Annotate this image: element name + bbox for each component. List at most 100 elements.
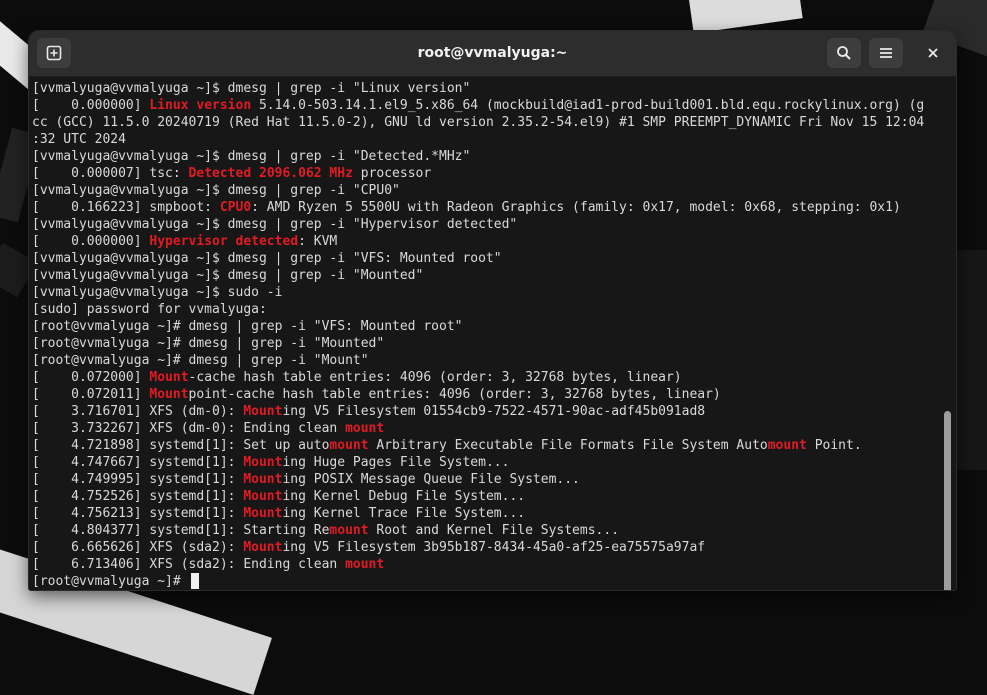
terminal-line: [ 4.749995] systemd[1]: Mounting POSIX M… (32, 471, 942, 488)
terminal-text: [ 4.752526] systemd[1]: (32, 489, 244, 504)
terminal-line: [ 0.072011] Mountpoint-cache hash table … (32, 386, 942, 403)
terminal-text: : KVM (298, 234, 338, 249)
terminal-text: 5.14.0-503.14.1.el9_5.x86_64 (mockbuild@… (251, 98, 925, 113)
terminal-line: [vvmalyuga@vvmalyuga ~]$ sudo -i (32, 284, 942, 301)
terminal-text: Point. (806, 438, 862, 453)
terminal-text: ing Huge Pages File System... (282, 455, 510, 470)
terminal-line: [vvmalyuga@vvmalyuga ~]$ dmesg | grep -i… (32, 250, 942, 267)
terminal-line: [vvmalyuga@vvmalyuga ~]$ dmesg | grep -i… (32, 148, 942, 165)
terminal-line: [root@vvmalyuga ~]# dmesg | grep -i "VFS… (32, 318, 942, 335)
terminal-line: [ 4.756213] systemd[1]: Mounting Kernel … (32, 505, 942, 522)
terminal-text: [vvmalyuga@vvmalyuga ~]$ dmesg | grep -i… (32, 251, 502, 266)
terminal-text: [vvmalyuga@vvmalyuga ~]$ dmesg | grep -i… (32, 217, 518, 232)
terminal-line: [ 0.000000] Linux version 5.14.0-503.14.… (32, 97, 942, 114)
terminal-line: [sudo] password for vvmalyuga: (32, 301, 942, 318)
match-highlight: Mount (243, 506, 283, 521)
terminal-output: [vvmalyuga@vvmalyuga ~]$ dmesg | grep -i… (32, 80, 942, 590)
terminal-text: [ 3.732267] XFS (dm-0): Ending clean (32, 421, 346, 436)
terminal-text: [vvmalyuga@vvmalyuga ~]$ dmesg | grep -i… (32, 268, 424, 283)
scrollbar-thumb[interactable] (944, 411, 951, 590)
terminal-line: [ 6.713406] XFS (sda2): Ending clean mou… (32, 556, 942, 573)
terminal-line: [ 0.000007] tsc: Detected 2096.062 MHz p… (32, 165, 942, 182)
terminal-text: cc (GCC) 11.5.0 20240719 (Red Hat 11.5.0… (32, 115, 925, 130)
terminal-text: [root@vvmalyuga ~]# dmesg | grep -i "Mou… (32, 336, 385, 351)
terminal-line: [ 6.665626] XFS (sda2): Mounting V5 File… (32, 539, 942, 556)
terminal-text: [ 4.756213] systemd[1]: (32, 506, 244, 521)
terminal-line: [ 4.804377] systemd[1]: Starting Remount… (32, 522, 942, 539)
terminal-text: [vvmalyuga@vvmalyuga ~]$ dmesg | grep -i… (32, 149, 471, 164)
terminal-line: [ 3.716701] XFS (dm-0): Mounting V5 File… (32, 403, 942, 420)
terminal-text: [ 3.716701] XFS (dm-0): (32, 404, 244, 419)
match-highlight: Mount (149, 370, 189, 385)
match-highlight: Mount (243, 540, 283, 555)
terminal-text: [ 4.804377] systemd[1]: Starting Re (32, 523, 330, 538)
match-highlight: Mount (243, 489, 283, 504)
terminal-text: Root and Kernel File Systems... (368, 523, 620, 538)
terminal-text: ing Kernel Trace File System... (282, 506, 526, 521)
terminal-line: [ 3.732267] XFS (dm-0): Ending clean mou… (32, 420, 942, 437)
terminal-text: processor (352, 166, 432, 181)
terminal-text: [ 4.721898] systemd[1]: Set up auto (32, 438, 330, 453)
text-cursor (190, 573, 199, 589)
terminal-text: [root@vvmalyuga ~]# dmesg | grep -i "Mou… (32, 353, 369, 368)
terminal-text: [vvmalyuga@vvmalyuga ~]$ sudo -i (32, 285, 283, 300)
terminal-text: -cache hash table entries: 4096 (order: … (188, 370, 682, 385)
terminal-text: [ 0.000000] (32, 234, 150, 249)
terminal-text: [ 4.749995] systemd[1]: (32, 472, 244, 487)
terminal-text: Arbitrary Executable File Formats File S… (368, 438, 768, 453)
terminal-line: [root@vvmalyuga ~]# dmesg | grep -i "Mou… (32, 335, 942, 352)
menu-button[interactable] (869, 38, 903, 68)
terminal-line: [ 4.721898] systemd[1]: Set up automount… (32, 437, 942, 454)
terminal-text: [ 4.747667] systemd[1]: (32, 455, 244, 470)
match-highlight: Mount (149, 387, 189, 402)
terminal-text: :32 UTC 2024 (32, 132, 126, 147)
terminal-line: :32 UTC 2024 (32, 131, 942, 148)
match-highlight: mount (329, 523, 369, 538)
terminal-line: [ 0.166223] smpboot: CPU0: AMD Ryzen 5 5… (32, 199, 942, 216)
terminal-text: [vvmalyuga@vvmalyuga ~]$ dmesg | grep -i… (32, 81, 471, 96)
terminal-text: [ 0.000000] (32, 98, 150, 113)
terminal-line: [vvmalyuga@vvmalyuga ~]$ dmesg | grep -i… (32, 80, 942, 97)
window-title: root@vvmalyuga:~ (417, 45, 568, 61)
terminal-line: cc (GCC) 11.5.0 20240719 (Red Hat 11.5.0… (32, 114, 942, 131)
terminal-window: root@vvmalyuga:~ [vvmalyuga@vvmalyuga ~]… (29, 31, 956, 590)
terminal-line: [vvmalyuga@vvmalyuga ~]$ dmesg | grep -i… (32, 267, 942, 284)
terminal-text: ing V5 Filesystem 3b95b187-8434-45a0-af2… (282, 540, 706, 555)
search-icon (837, 46, 851, 60)
terminal-text: [sudo] password for vvmalyuga: (32, 302, 267, 317)
terminal-text: ing Kernel Debug File System... (282, 489, 526, 504)
terminal-line: [ 0.072000] Mount-cache hash table entri… (32, 369, 942, 386)
close-icon (928, 48, 938, 58)
terminal-text: [ 6.713406] XFS (sda2): Ending clean (32, 557, 346, 572)
terminal-text: ing POSIX Message Queue File System... (282, 472, 580, 487)
terminal-text: [vvmalyuga@vvmalyuga ~]$ dmesg | grep -i… (32, 183, 400, 198)
match-highlight: Linux version (149, 98, 252, 113)
terminal-text: : AMD Ryzen 5 5500U with Radeon Graphics… (251, 200, 901, 215)
hamburger-menu-icon (880, 48, 892, 58)
terminal-text: [ 0.000007] tsc: (32, 166, 189, 181)
search-button[interactable] (827, 38, 861, 68)
terminal-line: [root@vvmalyuga ~]# dmesg | grep -i "Mou… (32, 352, 942, 369)
terminal-line: [vvmalyuga@vvmalyuga ~]$ dmesg | grep -i… (32, 216, 942, 233)
terminal-area[interactable]: [vvmalyuga@vvmalyuga ~]$ dmesg | grep -i… (29, 77, 956, 590)
match-highlight: mount (345, 557, 385, 572)
prompt-line[interactable]: [root@vvmalyuga ~]# (32, 573, 942, 590)
terminal-text: [ 0.072000] (32, 370, 150, 385)
match-highlight: Mount (243, 404, 283, 419)
match-highlight: mount (767, 438, 807, 453)
title-bar[interactable]: root@vvmalyuga:~ (29, 31, 956, 77)
terminal-line: [vvmalyuga@vvmalyuga ~]$ dmesg | grep -i… (32, 182, 942, 199)
wallpaper-shape (954, 250, 987, 470)
terminal-line: [ 4.752526] systemd[1]: Mounting Kernel … (32, 488, 942, 505)
terminal-line: [ 4.747667] systemd[1]: Mounting Huge Pa… (32, 454, 942, 471)
terminal-text: ing V5 Filesystem 01554cb9-7522-4571-90a… (282, 404, 706, 419)
terminal-text: [ 0.166223] smpboot: (32, 200, 220, 215)
match-highlight: mount (345, 421, 385, 436)
wallpaper-shape (687, 0, 803, 34)
terminal-text: [ 6.665626] XFS (sda2): (32, 540, 244, 555)
match-highlight: mount (329, 438, 369, 453)
match-highlight: Mount (243, 455, 283, 470)
match-highlight: Detected 2096.062 MHz (188, 166, 353, 181)
terminal-text: point-cache hash table entries: 4096 (or… (188, 387, 721, 402)
close-button[interactable] (919, 39, 947, 67)
